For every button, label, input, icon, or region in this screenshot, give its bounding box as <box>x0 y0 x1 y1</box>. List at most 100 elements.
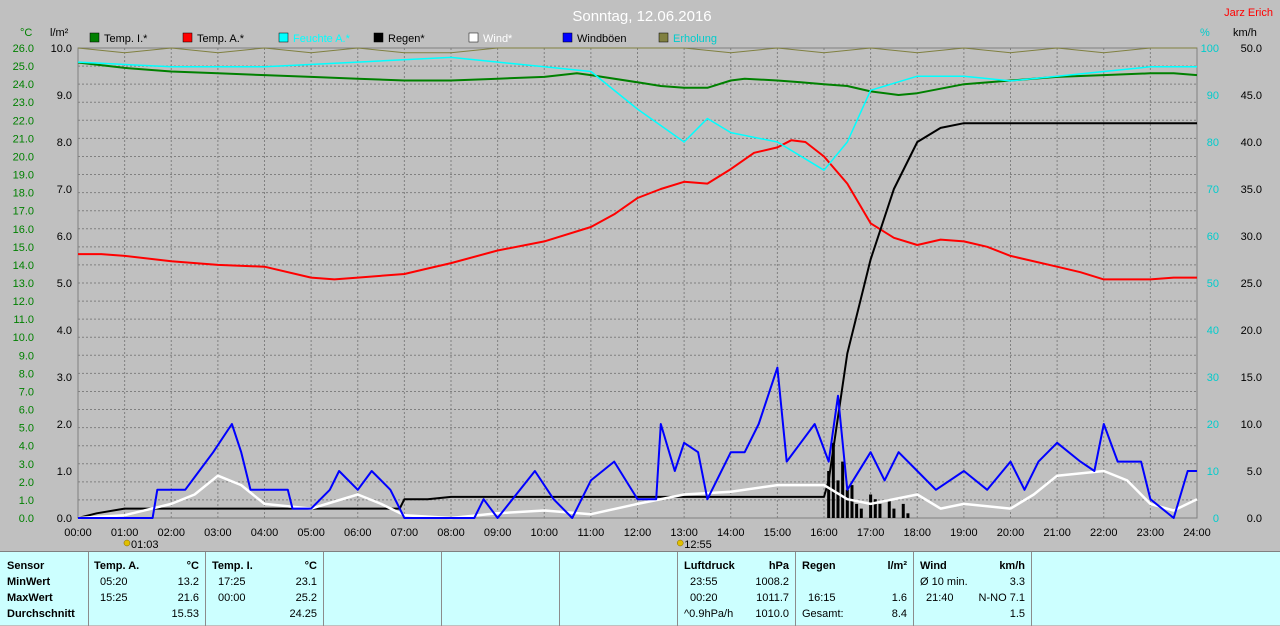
temp-tick-label: 3.0 <box>19 459 34 471</box>
luftdruck-header: Luftdruck <box>684 560 735 572</box>
kmh-tick-label: 5.0 <box>1247 466 1262 478</box>
x-tick-label: 15:00 <box>764 527 792 539</box>
legend-swatch <box>373 32 384 43</box>
time-marker-label: 12:55 <box>684 539 712 551</box>
temp-tick-label: 19.0 <box>13 170 34 182</box>
rain-bar <box>906 513 910 518</box>
temp-tick-label: 26.0 <box>13 43 34 55</box>
regen-max-value: 1.6 <box>891 592 907 604</box>
temp-tick-label: 13.0 <box>13 278 34 290</box>
x-tick-label: 16:00 <box>810 527 838 539</box>
x-tick-label: 12:00 <box>624 527 652 539</box>
x-tick-label: 03:00 <box>204 527 232 539</box>
legend-label: Temp. A.* <box>197 33 245 45</box>
rain-tick-label: 0.0 <box>57 513 72 525</box>
legend-swatch <box>468 32 479 43</box>
left-rain-unit: l/m² <box>50 27 69 39</box>
luftdruck-min-time: 23:55 <box>690 576 718 588</box>
kmh-tick-label: 35.0 <box>1241 184 1262 196</box>
wind-max-time: 21:40 <box>926 592 954 604</box>
pct-tick-label: 30 <box>1207 372 1219 384</box>
temp-a-min-value: 13.2 <box>177 576 199 588</box>
rain-tick-label: 7.0 <box>57 184 72 196</box>
sensor-header: Sensor <box>7 560 45 572</box>
pct-tick-label: 60 <box>1207 231 1219 243</box>
x-tick-label: 20:00 <box>997 527 1025 539</box>
temp-i-max-value: 25.2 <box>295 592 317 604</box>
rain-bar <box>841 461 845 518</box>
temp-i-column: Temp. I. °C 17:25 23.1 00:00 25.2 24.25 <box>206 552 324 626</box>
temp-a-min-time: 05:20 <box>100 576 128 588</box>
rain-tick-label: 1.0 <box>57 466 72 478</box>
temp-tick-label: 6.0 <box>19 405 34 417</box>
luftdruck-average: 1010.0 <box>755 608 789 620</box>
regen-total-value: 8.4 <box>891 608 907 620</box>
temp-tick-label: 16.0 <box>13 224 34 236</box>
rain-tick-label: 9.0 <box>57 90 72 102</box>
temp-tick-label: 0.0 <box>19 513 34 525</box>
pct-tick-label: 100 <box>1201 43 1219 55</box>
luftdruck-trend: ^0.9hPa/h <box>684 608 734 620</box>
rain-bar <box>859 508 863 518</box>
legend-label: Feuchte A.* <box>293 33 351 45</box>
wind-avg-value: 3.3 <box>1009 576 1025 588</box>
wind-avg-label: Ø 10 min. <box>920 576 968 588</box>
temp-i-unit: °C <box>304 560 317 572</box>
plot-area <box>77 47 1198 519</box>
author-label: Jarz Erich <box>1224 7 1273 19</box>
rain-tick-label: 8.0 <box>57 137 72 149</box>
pct-tick-label: 10 <box>1207 466 1219 478</box>
rain-tick-label: 3.0 <box>57 372 72 384</box>
rain-bar <box>901 503 905 518</box>
kmh-tick-label: 0.0 <box>1247 513 1262 525</box>
x-tick-label: 21:00 <box>1043 527 1071 539</box>
regen-column: Regen l/m² 16:15 1.6 Gesamt: 8.4 <box>796 552 914 626</box>
stats-panel: Sensor MinWert MaxWert Durchschnitt Temp… <box>0 551 1280 626</box>
legend-label: Temp. I.* <box>104 33 148 45</box>
temp-tick-label: 21.0 <box>13 133 34 145</box>
legend-swatch <box>562 32 573 43</box>
regen-header: Regen <box>802 560 836 572</box>
pct-tick-label: 40 <box>1207 325 1219 337</box>
x-tick-label: 05:00 <box>297 527 325 539</box>
rain-tick-label: 5.0 <box>57 278 72 290</box>
x-tick-label: 08:00 <box>437 527 465 539</box>
x-tick-label: 13:00 <box>670 527 698 539</box>
wind-average: 1.5 <box>1009 608 1025 620</box>
row-label-min: MinWert <box>7 576 51 588</box>
legend-swatch <box>89 32 100 43</box>
time-marker-label: 01:03 <box>131 539 159 551</box>
temp-a-average: 15.53 <box>171 608 199 620</box>
row-label-avg: Durchschnitt <box>7 608 75 620</box>
x-tick-label: 23:00 <box>1137 527 1165 539</box>
temp-a-header: Temp. A. <box>94 560 140 572</box>
pct-tick-label: 70 <box>1207 184 1219 196</box>
rain-bar <box>836 480 840 518</box>
rain-tick-label: 10.0 <box>51 43 72 55</box>
temp-tick-label: 7.0 <box>19 386 34 398</box>
right-pct-unit: % <box>1200 27 1210 39</box>
kmh-tick-label: 45.0 <box>1241 90 1262 102</box>
x-tick-label: 06:00 <box>344 527 372 539</box>
pct-tick-label: 50 <box>1207 278 1219 290</box>
rain-bar <box>869 494 873 518</box>
x-tick-label: 18:00 <box>903 527 931 539</box>
legend-label: Wind* <box>483 33 513 45</box>
regen-max-time: 16:15 <box>808 592 836 604</box>
temp-a-max-value: 21.6 <box>177 592 199 604</box>
luftdruck-max-time: 00:20 <box>690 592 718 604</box>
wind-unit: km/h <box>999 560 1025 572</box>
sensor-column: Sensor MinWert MaxWert Durchschnitt <box>0 552 89 626</box>
pct-tick-label: 80 <box>1207 137 1219 149</box>
luftdruck-max-value: 1011.7 <box>756 592 789 604</box>
temp-tick-label: 25.0 <box>13 61 34 73</box>
legend-swatch <box>278 32 289 43</box>
rain-bar <box>892 508 896 518</box>
x-tick-label: 10:00 <box>530 527 558 539</box>
legend-swatch <box>658 32 669 43</box>
temp-tick-label: 18.0 <box>13 188 34 200</box>
rain-bar <box>887 499 891 518</box>
right-kmh-unit: km/h <box>1233 27 1257 39</box>
pct-tick-label: 0 <box>1213 513 1219 525</box>
sun-marker-icon <box>123 539 131 547</box>
